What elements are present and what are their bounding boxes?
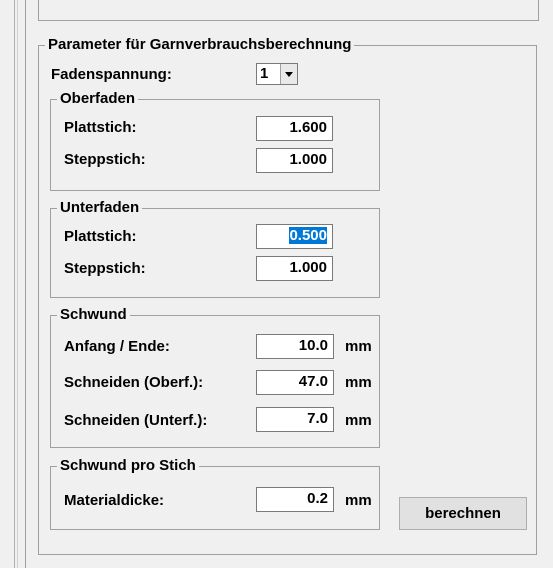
upper-thread-group-title: Oberfaden xyxy=(57,90,139,108)
cut-upper-field[interactable]: 47.0 xyxy=(256,370,334,395)
upper-panel xyxy=(38,0,539,21)
cut-lower-field[interactable]: 7.0 xyxy=(256,407,334,432)
calculate-button[interactable]: berechnen xyxy=(399,497,527,530)
start-end-field[interactable]: 10.0 xyxy=(256,334,334,359)
shrinkage-group-title: Schwund xyxy=(57,306,130,324)
window-left-border xyxy=(14,0,15,568)
start-end-unit: mm xyxy=(345,338,372,355)
lower-thread-group: Unterfaden xyxy=(50,199,380,298)
window-left-border-inner xyxy=(17,0,18,568)
panel-left-border xyxy=(25,0,26,568)
lower-thread-group-title: Unterfaden xyxy=(57,199,143,217)
upper-satin-stitch-field[interactable]: 1.600 xyxy=(256,116,333,141)
thread-tension-label: Fadenspannung: xyxy=(51,66,172,83)
cut-upper-label: Schneiden (Oberf.): xyxy=(64,374,204,391)
start-end-label: Anfang / Ende: xyxy=(64,338,170,355)
material-thickness-field[interactable]: 0.2 xyxy=(256,487,334,512)
upper-lock-stitch-field[interactable]: 1.000 xyxy=(256,148,333,173)
upper-lock-stitch-label: Steppstich: xyxy=(64,151,146,168)
dropdown-button[interactable] xyxy=(280,64,297,84)
upper-satin-stitch-label: Plattstich: xyxy=(64,119,137,136)
cut-upper-unit: mm xyxy=(345,374,372,391)
lower-lock-stitch-label: Steppstich: xyxy=(64,260,146,277)
chevron-down-icon xyxy=(285,72,293,77)
shrinkage-per-stitch-group-title: Schwund pro Stich xyxy=(57,457,199,475)
material-thickness-label: Materialdicke: xyxy=(64,492,165,509)
material-thickness-unit: mm xyxy=(345,492,372,509)
cut-lower-label: Schneiden (Unterf.): xyxy=(64,412,208,429)
yarn-calculation-group-title: Parameter für Garnverbrauchsberechnung xyxy=(45,36,355,54)
thread-tension-value: 1 xyxy=(260,65,269,82)
lower-lock-stitch-field[interactable]: 1.000 xyxy=(256,256,333,281)
lower-satin-stitch-field[interactable]: 0.500 xyxy=(256,224,333,249)
cut-lower-unit: mm xyxy=(345,412,372,429)
lower-satin-stitch-label: Plattstich: xyxy=(64,228,137,245)
thread-tension-select[interactable]: 1 xyxy=(256,63,298,85)
upper-thread-group: Oberfaden xyxy=(50,90,380,191)
